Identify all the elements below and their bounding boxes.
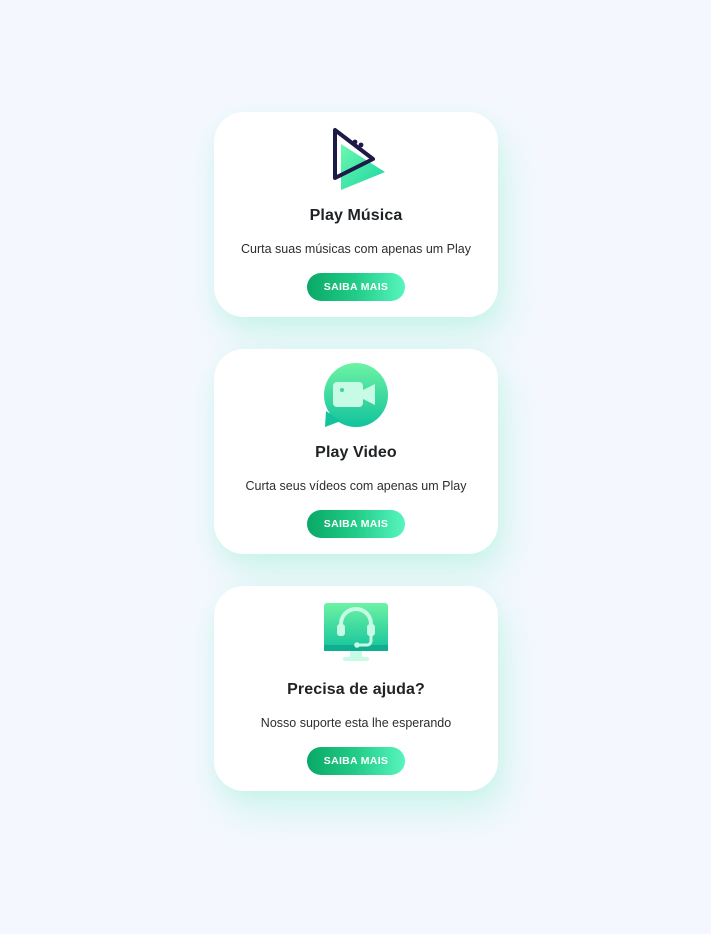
card-title: Play Música	[309, 207, 403, 224]
card-play-musica: Play Música Curta suas músicas com apena…	[214, 112, 498, 317]
card-title: Play Video	[315, 444, 397, 461]
card-precisa-de-ajuda: Precisa de ajuda? Nosso suporte esta lhe…	[214, 586, 498, 791]
play-icon	[321, 126, 391, 192]
card-description: Curta seus vídeos com apenas um Play	[245, 479, 467, 493]
card-description: Nosso suporte esta lhe esperando	[260, 716, 452, 730]
card-description: Curta suas músicas com apenas um Play	[241, 242, 471, 256]
support-headset-monitor-icon	[321, 600, 391, 666]
saiba-mais-button[interactable]: SAIBA MAIS	[307, 273, 405, 301]
saiba-mais-button[interactable]: SAIBA MAIS	[307, 510, 405, 538]
card-title: Precisa de ajuda?	[287, 681, 425, 698]
saiba-mais-button[interactable]: SAIBA MAIS	[307, 747, 405, 775]
video-camera-chat-icon	[321, 363, 391, 429]
card-play-video: Play Video Curta seus vídeos com apenas …	[214, 349, 498, 554]
